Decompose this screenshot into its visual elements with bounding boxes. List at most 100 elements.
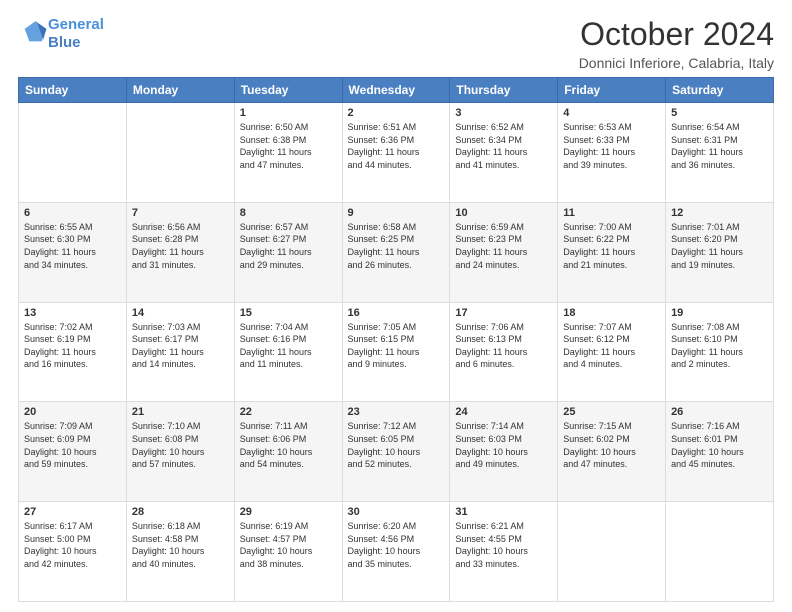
calendar-cell: 10 Sunrise: 6:59 AM Sunset: 6:23 PM Dayli… [450,202,558,302]
calendar-cell: 12 Sunrise: 7:01 AM Sunset: 6:20 PM Dayli… [666,202,774,302]
day-number: 8 [240,207,337,219]
day-info: Sunrise: 7:15 AM Sunset: 6:02 PM Dayligh… [563,420,660,470]
logo-line1: General [48,16,104,33]
calendar-week-row: 13Sunrise: 7:02 AM Sunset: 6:19 PM Dayli… [19,302,774,402]
day-number: 12 [671,207,768,219]
day-number: 13 [24,307,121,319]
day-info: Sunrise: 6:59 AM Sunset: 6:23 PM Dayligh… [455,221,552,271]
calendar-cell: 22 Sunrise: 7:11 AM Sunset: 6:06 PM Dayli… [234,402,342,502]
day-of-week-header: Friday [558,78,666,103]
day-info: Sunrise: 6:51 AM Sunset: 6:36 PM Dayligh… [348,121,445,171]
calendar-week-row: 20Sunrise: 7:09 AM Sunset: 6:09 PM Dayli… [19,402,774,502]
day-number: 22 [240,406,337,418]
day-info: Sunrise: 6:20 AM Sunset: 4:56 PM Dayligh… [348,520,445,570]
calendar-cell: 17 Sunrise: 7:06 AM Sunset: 6:13 PM Dayli… [450,302,558,402]
page: General Blue October 2024 Donnici Inferi… [0,0,792,612]
calendar-cell: 23 Sunrise: 7:12 AM Sunset: 6:05 PM Dayli… [342,402,450,502]
calendar-cell: 26Sunrise: 7:16 AM Sunset: 6:01 PM Dayli… [666,402,774,502]
day-info: Sunrise: 6:56 AM Sunset: 6:28 PM Dayligh… [132,221,229,271]
calendar-cell: 27Sunrise: 6:17 AM Sunset: 5:00 PM Dayli… [19,502,127,602]
calendar-cell [558,502,666,602]
calendar-cell [126,103,234,203]
calendar-cell: 31Sunrise: 6:21 AM Sunset: 4:55 PM Dayli… [450,502,558,602]
day-info: Sunrise: 6:58 AM Sunset: 6:25 PM Dayligh… [348,221,445,271]
calendar-week-row: 27Sunrise: 6:17 AM Sunset: 5:00 PM Dayli… [19,502,774,602]
day-info: Sunrise: 6:52 AM Sunset: 6:34 PM Dayligh… [455,121,552,171]
day-info: Sunrise: 6:18 AM Sunset: 4:58 PM Dayligh… [132,520,229,570]
calendar-cell: 5 Sunrise: 6:54 AM Sunset: 6:31 PM Daylig… [666,103,774,203]
day-number: 21 [132,406,229,418]
calendar-cell: 21 Sunrise: 7:10 AM Sunset: 6:08 PM Dayli… [126,402,234,502]
day-number: 3 [455,107,552,119]
day-number: 23 [348,406,445,418]
calendar-cell: 8Sunrise: 6:57 AM Sunset: 6:27 PM Daylig… [234,202,342,302]
day-number: 11 [563,207,660,219]
calendar-cell: 18Sunrise: 7:07 AM Sunset: 6:12 PM Dayli… [558,302,666,402]
day-info: Sunrise: 7:08 AM Sunset: 6:10 PM Dayligh… [671,321,768,371]
day-info: Sunrise: 6:54 AM Sunset: 6:31 PM Dayligh… [671,121,768,171]
calendar-cell: 9 Sunrise: 6:58 AM Sunset: 6:25 PM Daylig… [342,202,450,302]
calendar-week-row: 1 Sunrise: 6:50 AM Sunset: 6:38 PM Daylig… [19,103,774,203]
day-info: Sunrise: 6:19 AM Sunset: 4:57 PM Dayligh… [240,520,337,570]
day-info: Sunrise: 7:03 AM Sunset: 6:17 PM Dayligh… [132,321,229,371]
title-block: October 2024 Donnici Inferiore, Calabria… [579,16,774,71]
day-of-week-header: Monday [126,78,234,103]
calendar-cell: 24Sunrise: 7:14 AM Sunset: 6:03 PM Dayli… [450,402,558,502]
day-number: 2 [348,107,445,119]
day-number: 17 [455,307,552,319]
calendar-cell: 29 Sunrise: 6:19 AM Sunset: 4:57 PM Dayli… [234,502,342,602]
day-number: 28 [132,506,229,518]
day-info: Sunrise: 7:01 AM Sunset: 6:20 PM Dayligh… [671,221,768,271]
calendar-week-row: 6 Sunrise: 6:55 AM Sunset: 6:30 PM Daylig… [19,202,774,302]
subtitle: Donnici Inferiore, Calabria, Italy [579,55,774,71]
calendar-cell: 15 Sunrise: 7:04 AM Sunset: 6:16 PM Dayli… [234,302,342,402]
day-number: 25 [563,406,660,418]
day-info: Sunrise: 7:10 AM Sunset: 6:08 PM Dayligh… [132,420,229,470]
day-info: Sunrise: 7:12 AM Sunset: 6:05 PM Dayligh… [348,420,445,470]
calendar-cell: 2 Sunrise: 6:51 AM Sunset: 6:36 PM Daylig… [342,103,450,203]
calendar-cell: 20Sunrise: 7:09 AM Sunset: 6:09 PM Dayli… [19,402,127,502]
day-info: Sunrise: 7:09 AM Sunset: 6:09 PM Dayligh… [24,420,121,470]
day-of-week-header: Wednesday [342,78,450,103]
day-number: 29 [240,506,337,518]
calendar-cell [666,502,774,602]
day-number: 4 [563,107,660,119]
calendar-cell: 19 Sunrise: 7:08 AM Sunset: 6:10 PM Dayli… [666,302,774,402]
day-number: 1 [240,107,337,119]
day-info: Sunrise: 7:14 AM Sunset: 6:03 PM Dayligh… [455,420,552,470]
calendar-cell: 13Sunrise: 7:02 AM Sunset: 6:19 PM Dayli… [19,302,127,402]
header: General Blue October 2024 Donnici Inferi… [18,16,774,71]
day-number: 14 [132,307,229,319]
day-info: Sunrise: 6:55 AM Sunset: 6:30 PM Dayligh… [24,221,121,271]
calendar-table: SundayMondayTuesdayWednesdayThursdayFrid… [18,77,774,602]
day-info: Sunrise: 7:04 AM Sunset: 6:16 PM Dayligh… [240,321,337,371]
calendar-cell [19,103,127,203]
day-info: Sunrise: 6:50 AM Sunset: 6:38 PM Dayligh… [240,121,337,171]
main-title: October 2024 [579,16,774,53]
day-of-week-header: Sunday [19,78,127,103]
day-of-week-header: Saturday [666,78,774,103]
day-info: Sunrise: 7:00 AM Sunset: 6:22 PM Dayligh… [563,221,660,271]
day-number: 5 [671,107,768,119]
day-number: 9 [348,207,445,219]
day-number: 18 [563,307,660,319]
logo-text: General Blue [48,16,104,52]
day-number: 31 [455,506,552,518]
calendar-cell: 3 Sunrise: 6:52 AM Sunset: 6:34 PM Daylig… [450,103,558,203]
day-info: Sunrise: 7:06 AM Sunset: 6:13 PM Dayligh… [455,321,552,371]
logo: General Blue [18,16,104,52]
calendar-cell: 6 Sunrise: 6:55 AM Sunset: 6:30 PM Daylig… [19,202,127,302]
calendar-cell: 28 Sunrise: 6:18 AM Sunset: 4:58 PM Dayli… [126,502,234,602]
day-number: 6 [24,207,121,219]
calendar-cell: 7Sunrise: 6:56 AM Sunset: 6:28 PM Daylig… [126,202,234,302]
day-number: 15 [240,307,337,319]
day-number: 16 [348,307,445,319]
day-number: 10 [455,207,552,219]
day-number: 30 [348,506,445,518]
day-info: Sunrise: 7:11 AM Sunset: 6:06 PM Dayligh… [240,420,337,470]
calendar-cell: 25 Sunrise: 7:15 AM Sunset: 6:02 PM Dayli… [558,402,666,502]
day-number: 19 [671,307,768,319]
calendar-cell: 1 Sunrise: 6:50 AM Sunset: 6:38 PM Daylig… [234,103,342,203]
logo-line2: Blue [48,34,81,51]
day-info: Sunrise: 7:16 AM Sunset: 6:01 PM Dayligh… [671,420,768,470]
